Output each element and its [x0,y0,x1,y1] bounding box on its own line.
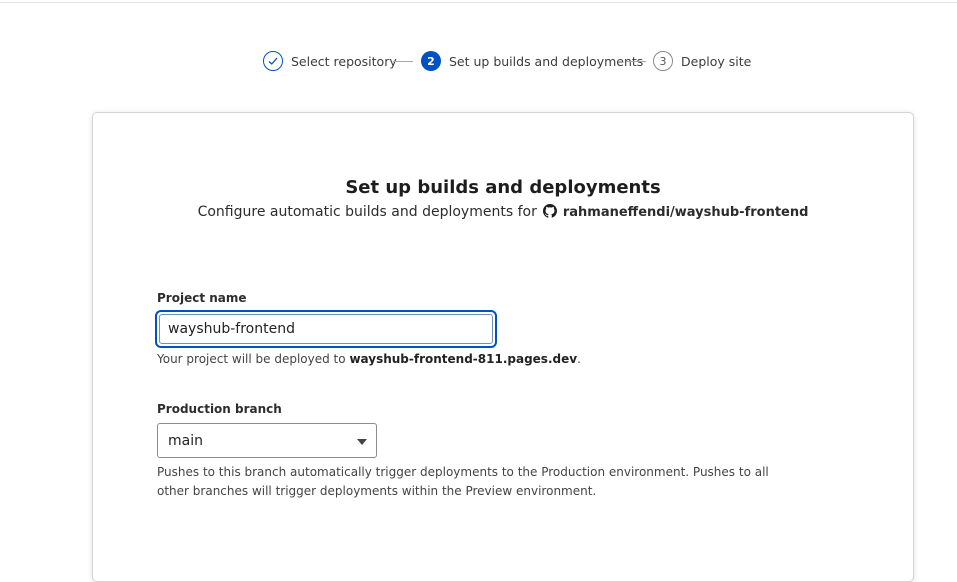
top-divider [0,2,957,3]
step-connector [393,61,413,62]
page-title: Set up builds and deployments [345,177,661,198]
step-deploy-site: 3 Deploy site [653,51,751,71]
chevron-down-icon [357,439,367,445]
step-select-repository[interactable]: Select repository [263,51,397,71]
project-name-helper: Your project will be deployed to wayshub… [157,352,581,366]
helper-suffix: . [577,352,581,366]
step-number: 2 [421,51,441,71]
step-number: 3 [653,51,673,71]
progress-stepper: Select repository 2 Set up builds and de… [0,51,957,71]
selected-branch: main [168,432,203,449]
step-label: Deploy site [681,53,752,69]
project-name-label: Project name [157,291,247,305]
subtitle-text: Configure automatic builds and deploymen… [197,204,537,220]
production-branch-select[interactable]: main [157,423,377,458]
step-label: Select repository [291,53,397,69]
helper-text: Your project will be deployed to [157,352,346,366]
project-name-field[interactable]: wayshub-frontend [155,310,497,348]
step-setup-builds: 2 Set up builds and deployments [421,51,643,71]
project-name-input[interactable]: wayshub-frontend [159,314,493,344]
step-label: Set up builds and deployments [449,53,644,69]
production-branch-label: Production branch [157,402,282,416]
github-icon [542,204,557,222]
step-connector [626,61,646,62]
check-icon [263,51,283,71]
page-subtitle: Configure automatic builds and deploymen… [0,204,957,222]
deploy-domain: wayshub-frontend-811.pages.dev [349,352,578,366]
repo-name: rahmaneffendi/wayshub-frontend [562,205,809,220]
production-branch-helper: Pushes to this branch automatically trig… [157,465,769,498]
